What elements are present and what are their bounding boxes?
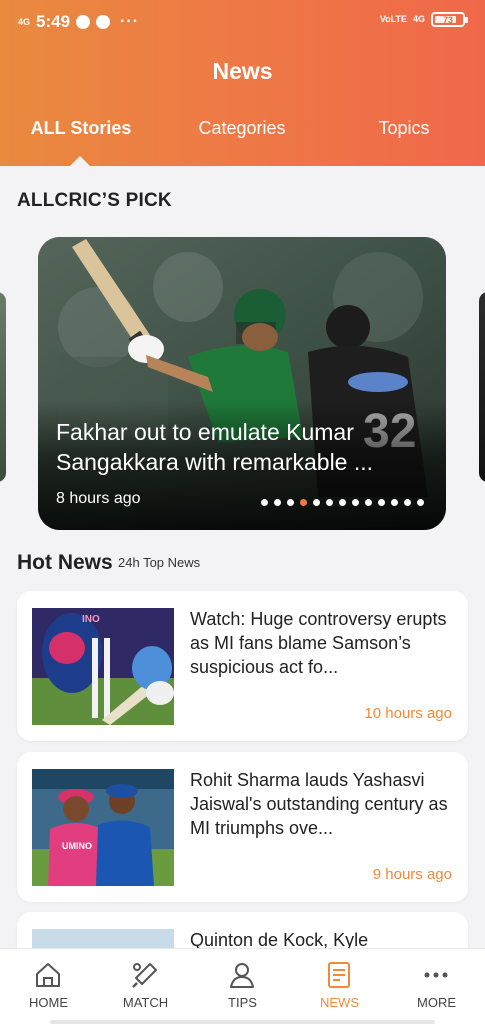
carousel-dot[interactable]: [287, 499, 294, 506]
carousel-dot[interactable]: [352, 499, 359, 506]
previous-carousel-card[interactable]: [0, 292, 6, 482]
network-indicator-right: 4G: [412, 14, 425, 24]
nav-match[interactable]: MATCH: [97, 949, 194, 1024]
cricket-bat-icon: [132, 963, 157, 988]
app-notification-icon: [96, 15, 111, 29]
carousel-dot[interactable]: [404, 499, 411, 506]
more-notifications-icon: ···: [120, 13, 140, 30]
status-bar: 4G 5:49 ··· VoLTE 4G 73: [0, 0, 485, 44]
carousel-dot[interactable]: [391, 499, 398, 506]
carousel-dot[interactable]: [300, 499, 307, 506]
nav-tips[interactable]: TIPS: [194, 949, 291, 1024]
volte-indicator: VoLTE: [379, 14, 407, 24]
active-tab-indicator: [70, 156, 90, 166]
featured-story-headline: Fakhar out to emulate Kumar Sangakkara w…: [56, 419, 374, 475]
tab-categories[interactable]: Categories: [180, 118, 304, 166]
news-card[interactable]: INO Watch: Huge controversy erupts as MI…: [17, 591, 468, 741]
more-icon: [424, 972, 448, 978]
tab-topics[interactable]: Topics: [360, 118, 448, 166]
news-card[interactable]: UMINO Rohit Sharma lauds Yashasvi Jaiswa…: [17, 752, 468, 902]
app-header: 4G 5:49 ··· VoLTE 4G 73 News ALL Stories…: [0, 0, 485, 166]
page-title: News: [212, 58, 273, 84]
nav-match-label: MATCH: [122, 995, 169, 1010]
status-time: 5:49: [36, 12, 71, 31]
carousel-dot[interactable]: [339, 499, 346, 506]
carousel-dot[interactable]: [261, 499, 268, 506]
nav-home-label: HOME: [29, 995, 68, 1010]
featured-story-card[interactable]: 32 Fakhar out to emulate Kumar Sangakkar…: [38, 237, 446, 530]
news-headline: Watch: Huge controversy erupts as MI fan…: [190, 609, 447, 677]
next-carousel-card[interactable]: [479, 292, 485, 482]
svg-text:INO: INO: [82, 614, 100, 625]
carousel-dot[interactable]: [326, 499, 333, 506]
featured-story-time: 8 hours ago: [56, 490, 141, 507]
news-icon: [328, 962, 350, 988]
system-home-indicator: [50, 1020, 435, 1024]
home-icon: [36, 963, 60, 987]
nav-news-label: NEWS: [320, 995, 359, 1010]
hot-news-title: Hot News: [17, 551, 113, 574]
status-right: VoLTE 4G 73: [379, 12, 468, 27]
network-indicator-left: 4G: [18, 16, 31, 27]
person-icon: [230, 963, 254, 988]
svg-text:UMINO: UMINO: [62, 841, 92, 851]
carousel-dot[interactable]: [274, 499, 281, 506]
carousel-dot[interactable]: [365, 499, 372, 506]
carousel-pagination[interactable]: [261, 499, 424, 506]
hot-news-subtitle: 24h Top News: [118, 555, 201, 570]
nav-news[interactable]: NEWS: [291, 949, 388, 1024]
carousel-dot[interactable]: [313, 499, 320, 506]
news-thumbnail: INO: [32, 608, 174, 725]
nav-more[interactable]: MORE: [388, 949, 485, 1024]
news-thumbnail: UMINO: [32, 769, 174, 886]
nav-more-label: MORE: [417, 995, 456, 1010]
picks-section-title: ALLCRIC’S PICK: [17, 190, 172, 211]
carousel-dot[interactable]: [378, 499, 385, 506]
message-notification-icon: [76, 15, 91, 29]
battery-icon: 73: [431, 12, 468, 27]
battery-level: 73: [442, 14, 453, 25]
news-headline: Rohit Sharma lauds Yashasvi Jaiswal's ou…: [190, 770, 448, 838]
nav-home[interactable]: HOME: [0, 949, 97, 1024]
carousel-dot[interactable]: [417, 499, 424, 506]
status-left: 4G 5:49 ···: [18, 12, 139, 32]
news-tabs: ALL Stories Categories Topics: [0, 118, 485, 166]
bottom-navigation: HOME MATCH TIPS NEWS MORE: [0, 948, 485, 1024]
news-time: 10 hours ago: [364, 705, 452, 722]
news-time: 9 hours ago: [372, 866, 452, 883]
nav-tips-label: TIPS: [228, 995, 257, 1010]
